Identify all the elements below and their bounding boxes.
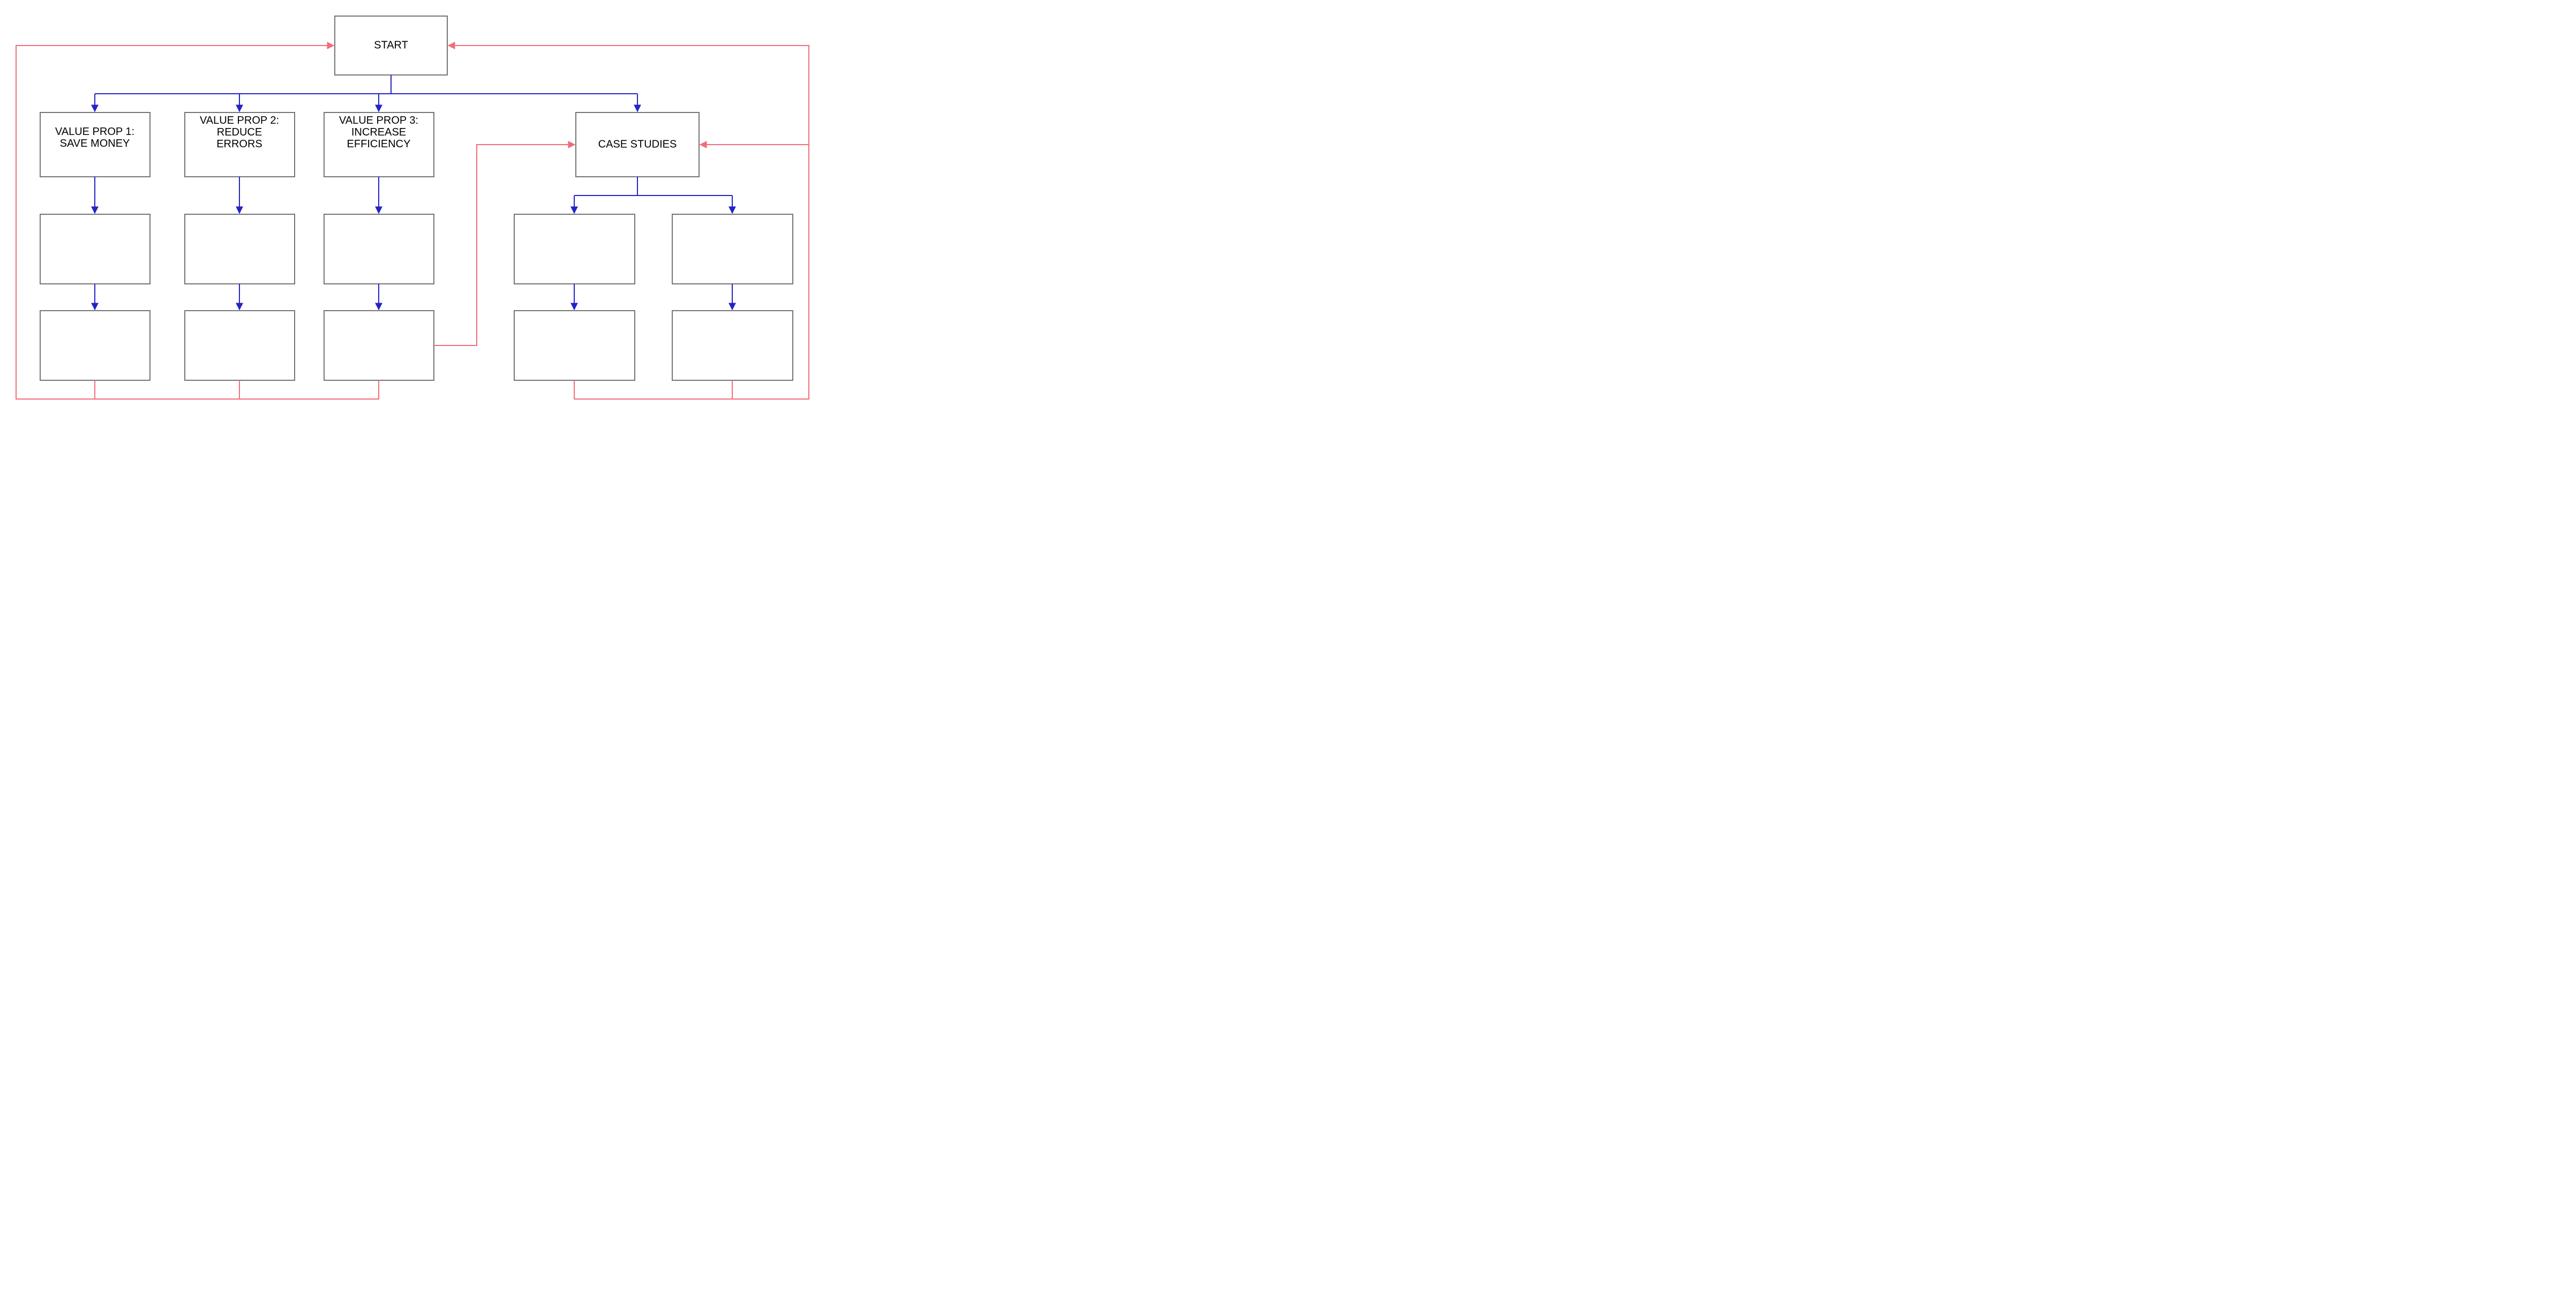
node-cs-b2 — [672, 311, 793, 380]
cs-label: CASE STUDIES — [598, 138, 677, 150]
node-cs-b1 — [672, 214, 793, 284]
flowchart: START VALUE PROP 1:SAVE MONEY VALUE PROP… — [0, 0, 825, 418]
node-vp3-step3 — [324, 311, 434, 380]
start-label: START — [374, 39, 408, 51]
node-vp2: VALUE PROP 2:REDUCEERRORS — [185, 112, 295, 177]
node-cs-a1 — [514, 214, 635, 284]
node-start: START — [335, 16, 447, 75]
node-case-studies: CASE STUDIES — [576, 112, 699, 177]
node-vp3: VALUE PROP 3:INCREASEEFFICIENCY — [324, 112, 434, 177]
node-vp2-step3 — [185, 311, 295, 380]
node-vp1: VALUE PROP 1:SAVE MONEY — [40, 112, 150, 177]
node-vp1-step3 — [40, 311, 150, 380]
edge-return-vp3 — [95, 380, 379, 399]
vp1-label: VALUE PROP 1:SAVE MONEY — [55, 126, 134, 149]
node-vp1-step2 — [40, 214, 150, 284]
node-vp3-step2 — [324, 214, 434, 284]
node-cs-a2 — [514, 311, 635, 380]
node-vp2-step2 — [185, 214, 295, 284]
